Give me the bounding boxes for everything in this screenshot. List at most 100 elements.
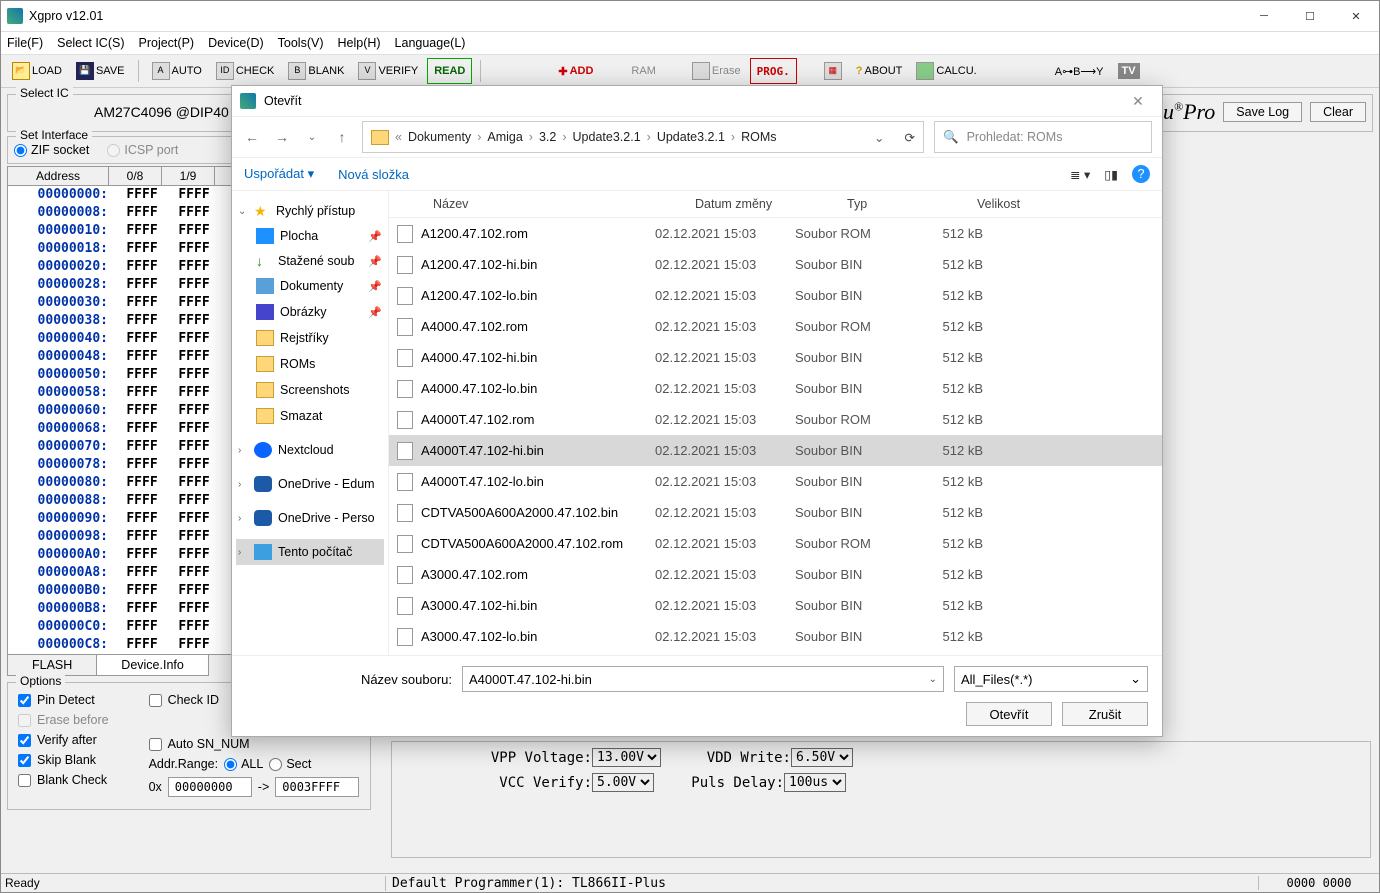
chip-button[interactable]: ▦ xyxy=(819,57,847,85)
col-date[interactable]: Datum změny xyxy=(689,197,841,211)
file-row[interactable]: CDTVA500A600A2000.47.102.rom02.12.2021 1… xyxy=(389,528,1162,559)
open-button[interactable]: Otevřít xyxy=(966,702,1052,726)
verify-button[interactable]: VVERIFY xyxy=(353,57,423,85)
ram-button[interactable]: RAM xyxy=(626,57,660,85)
file-row[interactable]: A4000T.47.102.rom02.12.2021 15:03Soubor … xyxy=(389,404,1162,435)
vpp-select[interactable]: 13.00V xyxy=(592,748,661,767)
about-button[interactable]: ? ABOUT xyxy=(851,57,908,85)
save-button[interactable]: 💾SAVE xyxy=(71,57,130,85)
menu-project[interactable]: Project(P) xyxy=(139,36,195,50)
file-row[interactable]: A3000.47.102-hi.bin02.12.2021 15:03Soubo… xyxy=(389,590,1162,621)
file-row[interactable]: A4000.47.102-hi.bin02.12.2021 15:03Soubo… xyxy=(389,342,1162,373)
file-row[interactable]: A3000.47.102-lo.bin02.12.2021 15:03Soubo… xyxy=(389,621,1162,652)
file-filter-select[interactable]: All_Files(*.*)⌄ xyxy=(954,666,1148,692)
menu-help[interactable]: Help(H) xyxy=(337,36,380,50)
chevron-down-icon[interactable]: ⌄ xyxy=(929,674,937,685)
file-row[interactable]: A3000.47.102.rom02.12.2021 15:03Soubor B… xyxy=(389,559,1162,590)
close-button[interactable]: ✕ xyxy=(1333,1,1379,31)
menu-tools[interactable]: Tools(V) xyxy=(278,36,324,50)
address-bar[interactable]: « Dokumenty› Amiga› 3.2› Update3.2.1› Up… xyxy=(362,121,924,153)
auto-button[interactable]: AAUTO xyxy=(147,57,207,85)
col-name[interactable]: Název xyxy=(427,197,689,211)
tab-device-info[interactable]: Device.Info xyxy=(96,655,209,676)
tree-roms[interactable]: ROMs xyxy=(236,351,384,377)
minimize-button[interactable]: ─ xyxy=(1241,1,1287,31)
pin-detect-checkbox[interactable]: Pin Detect xyxy=(18,693,109,707)
breadcrumb[interactable]: ROMs xyxy=(741,130,776,144)
zif-socket-radio[interactable]: ZIF socket xyxy=(14,143,89,157)
tree-screenshots[interactable]: Screenshots xyxy=(236,377,384,403)
organize-menu[interactable]: Uspořádat ▾ xyxy=(244,166,314,182)
tree-documents[interactable]: Dokumenty📌 xyxy=(236,273,384,299)
filename-input[interactable]: A4000T.47.102-hi.bin⌄ xyxy=(462,666,944,692)
clear-log-button[interactable]: Clear xyxy=(1310,102,1366,122)
nav-recent-button[interactable]: ⌄ xyxy=(302,132,322,143)
breadcrumb[interactable]: 3.2 xyxy=(539,130,556,144)
tree-pictures[interactable]: Obrázky📌 xyxy=(236,299,384,325)
chevron-down-icon[interactable]: ⌄ xyxy=(1130,671,1141,687)
help-icon[interactable]: ? xyxy=(1132,165,1150,183)
menu-file[interactable]: File(F) xyxy=(7,36,43,50)
tree-desktop[interactable]: Plocha📌 xyxy=(236,223,384,249)
file-row[interactable]: A4000.47.102-lo.bin02.12.2021 15:03Soubo… xyxy=(389,373,1162,404)
blank-button[interactable]: BBLANK xyxy=(283,57,349,85)
file-row[interactable]: A4000T.47.102-lo.bin02.12.2021 15:03Soub… xyxy=(389,466,1162,497)
load-button[interactable]: 📂LOAD xyxy=(7,57,67,85)
nav-back-button[interactable]: ← xyxy=(242,129,262,145)
menu-language[interactable]: Language(L) xyxy=(395,36,466,50)
file-row[interactable]: A4000T.47.102-hi.bin02.12.2021 15:03Soub… xyxy=(389,435,1162,466)
tree-this-pc[interactable]: ›Tento počítač xyxy=(236,539,384,565)
tree-rejstriky[interactable]: Rejstříky xyxy=(236,325,384,351)
pulse-select[interactable]: 100us xyxy=(784,773,846,792)
tree-smazat[interactable]: Smazat xyxy=(236,403,384,429)
tree-quick-access[interactable]: ⌄★Rychlý přístup xyxy=(236,199,384,223)
cancel-button[interactable]: Zrušit xyxy=(1062,702,1148,726)
breadcrumb[interactable]: Update3.2.1 xyxy=(657,130,725,144)
maximize-button[interactable]: ☐ xyxy=(1287,1,1333,31)
tree-onedrive-2[interactable]: ›OneDrive - Perso xyxy=(236,505,384,531)
file-row[interactable]: A1200.47.102.rom02.12.2021 15:03Soubor R… xyxy=(389,218,1162,249)
col-type[interactable]: Typ xyxy=(841,197,971,211)
add-button[interactable]: ✚ ADD xyxy=(553,57,598,85)
nav-forward-button[interactable]: → xyxy=(272,129,292,145)
check-button[interactable]: IDCHECK xyxy=(211,57,280,85)
blank-check-checkbox[interactable]: Blank Check xyxy=(18,773,109,787)
wire-button[interactable]: A⊶B⟶Y xyxy=(1050,57,1109,85)
vcc-select[interactable]: 5.00V xyxy=(592,773,654,792)
erase-button[interactable]: Erase xyxy=(687,57,746,85)
addr-from-input[interactable]: 00000000 xyxy=(168,777,252,797)
nav-up-button[interactable]: ↑ xyxy=(332,129,352,145)
program-button[interactable]: PROG. xyxy=(750,58,797,84)
file-row[interactable]: A1200.47.102-lo.bin02.12.2021 15:03Soubo… xyxy=(389,280,1162,311)
file-row[interactable]: CDTVA500A600A2000.47.102.bin02.12.2021 1… xyxy=(389,497,1162,528)
menu-device[interactable]: Device(D) xyxy=(208,36,264,50)
tv-button[interactable]: TV xyxy=(1113,57,1145,85)
save-log-button[interactable]: Save Log xyxy=(1223,102,1302,122)
chevron-down-icon[interactable]: ⌄ xyxy=(874,130,884,145)
search-input[interactable]: 🔍 Prohledat: ROMs xyxy=(934,121,1152,153)
icsp-port-radio[interactable]: ICSP port xyxy=(107,143,178,157)
tree-downloads[interactable]: ↓Stažené soub📌 xyxy=(236,249,384,273)
breadcrumb[interactable]: Dokumenty xyxy=(408,130,471,144)
tree-nextcloud[interactable]: ›Nextcloud xyxy=(236,437,384,463)
tree-onedrive-1[interactable]: ›OneDrive - Edum xyxy=(236,471,384,497)
file-row[interactable]: A1200.47.102-hi.bin02.12.2021 15:03Soubo… xyxy=(389,249,1162,280)
dialog-close-button[interactable]: ✕ xyxy=(1122,93,1154,110)
vdd-select[interactable]: 6.50V xyxy=(791,748,853,767)
auto-sn-checkbox[interactable]: Auto SN_NUM xyxy=(149,737,360,751)
range-all-radio[interactable]: ALL xyxy=(224,757,263,771)
refresh-icon[interactable]: ⟳ xyxy=(905,130,915,145)
preview-pane-icon[interactable]: ▯▮ xyxy=(1104,167,1118,182)
range-sect-radio[interactable]: Sect xyxy=(269,757,311,771)
tab-flash[interactable]: FLASH xyxy=(7,655,97,676)
col-size[interactable]: Velikost xyxy=(971,197,1053,211)
read-button[interactable]: READ xyxy=(427,58,472,84)
menu-select-ic[interactable]: Select IC(S) xyxy=(57,36,124,50)
addr-to-input[interactable]: 0003FFFF xyxy=(275,777,359,797)
skip-blank-checkbox[interactable]: Skip Blank xyxy=(18,753,109,767)
new-folder-button[interactable]: Nová složka xyxy=(338,167,409,182)
verify-after-checkbox[interactable]: Verify after xyxy=(18,733,109,747)
breadcrumb[interactable]: Update3.2.1 xyxy=(573,130,641,144)
file-row[interactable]: A4000.47.102.rom02.12.2021 15:03Soubor R… xyxy=(389,311,1162,342)
breadcrumb[interactable]: Amiga xyxy=(487,130,522,144)
